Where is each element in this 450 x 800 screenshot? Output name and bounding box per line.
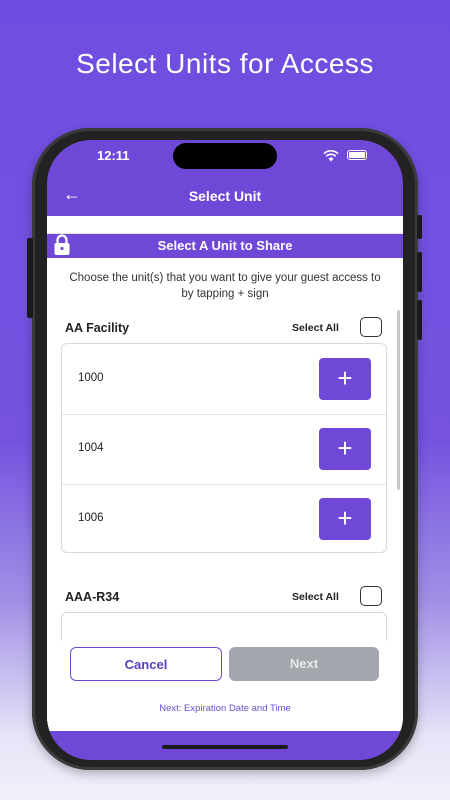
page-title: Select Unit [188, 188, 262, 204]
next-step-hint: Next: Expiration Date and Time [159, 703, 291, 714]
unit-label: 1000 [78, 372, 104, 384]
footer-actions: Cancel Next Next: Expiration Date and Ti… [47, 641, 403, 731]
wifi-icon [323, 150, 339, 162]
unit-list-card: 1000 + 1004 + 1006 + [61, 343, 387, 553]
select-all-label: Select All [292, 591, 339, 603]
scrollbar[interactable] [397, 310, 400, 490]
add-unit-button[interactable]: + [319, 498, 371, 540]
section-banner: Select A Unit to Share [47, 234, 403, 258]
unit-row: 1004 + [62, 414, 386, 485]
dynamic-island [173, 143, 277, 169]
status-bar: 12:11 [47, 140, 403, 176]
unit-label: 1006 [78, 512, 104, 524]
phone-side-button [417, 215, 422, 239]
content-area: Select A Unit to Share Choose the unit(s… [47, 216, 403, 731]
add-unit-button[interactable]: + [319, 428, 371, 470]
next-button[interactable]: Next [229, 647, 379, 681]
battery-icon [347, 150, 367, 160]
select-all-label: Select All [292, 322, 339, 334]
instructions-text: Choose the unit(s) that you want to give… [69, 272, 381, 300]
status-time: 12:11 [97, 148, 130, 163]
phone-screen: 12:11 ← Select Unit Select A Unit to Sha… [47, 140, 403, 760]
bottom-bar [47, 731, 403, 760]
phone-side-button [27, 238, 33, 318]
add-unit-button[interactable]: + [319, 358, 371, 400]
phone-side-button [417, 300, 422, 340]
headline: Select Units for Access [76, 48, 374, 79]
group-title: AAA-R34 [65, 590, 120, 604]
unit-label: 1004 [78, 442, 104, 454]
group-title: AA Facility [65, 321, 130, 335]
unit-row: 1000 + [62, 344, 386, 415]
select-all-checkbox[interactable] [360, 586, 382, 606]
phone-side-button [417, 252, 422, 292]
cancel-button[interactable]: Cancel [70, 647, 222, 681]
nav-bar: ← Select Unit [47, 176, 403, 216]
divider [47, 216, 403, 234]
unit-row: 1006 + [62, 484, 386, 554]
lock-icon [54, 234, 70, 255]
select-all-checkbox[interactable] [360, 317, 382, 337]
home-indicator [162, 745, 288, 749]
